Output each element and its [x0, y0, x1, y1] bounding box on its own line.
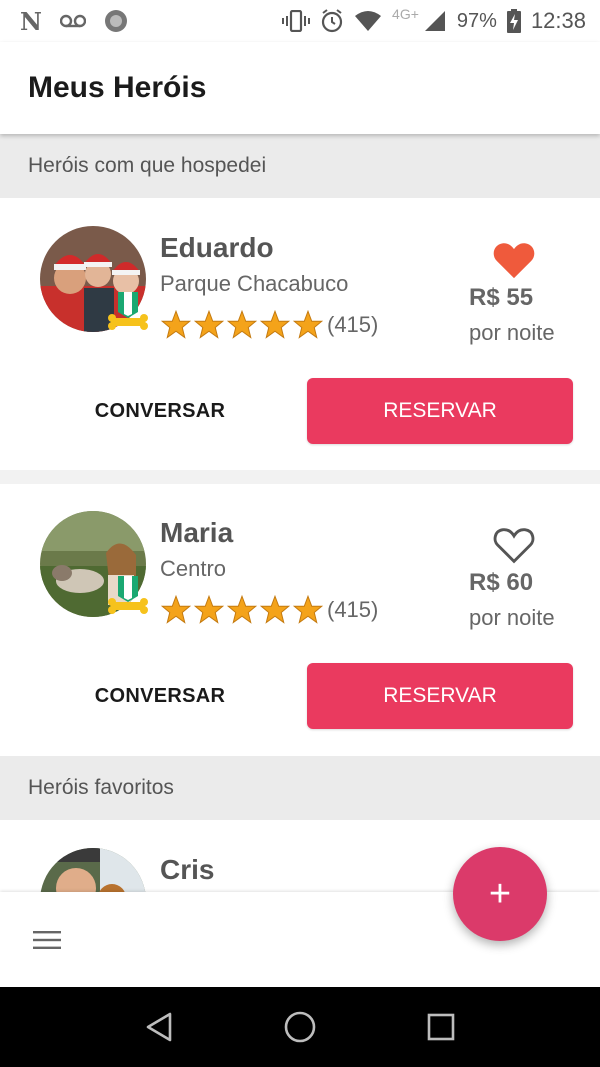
n-notification-icon: N [20, 6, 42, 36]
medal-bone-icon [108, 292, 148, 330]
section-header-hosted: Heróis com que hospedei [0, 134, 600, 198]
hamburger-menu-icon[interactable] [33, 930, 61, 950]
add-fab-button[interactable]: + [453, 847, 547, 941]
star-icon [292, 595, 324, 624]
star-icon [193, 595, 225, 624]
book-button[interactable]: RESERVAR [307, 663, 573, 729]
alarm-icon [321, 9, 343, 33]
section-title-hosted: Heróis com que hospedei [28, 154, 267, 177]
heart-filled-icon[interactable] [492, 240, 536, 280]
book-button[interactable]: RESERVAR [307, 378, 573, 444]
host-location: Parque Chacabuco [160, 271, 349, 296]
host-location: Centro [160, 556, 227, 581]
home-icon[interactable] [283, 1010, 317, 1044]
star-icon [259, 310, 291, 339]
rating-row: (415) [160, 310, 378, 340]
recents-icon[interactable] [426, 1012, 456, 1042]
network-type-label: 4G+ [392, 6, 419, 22]
star-icon [292, 310, 324, 339]
price: R$ 60 [469, 569, 534, 596]
status-bar: N 4G+ 97% 12:38 [0, 0, 600, 42]
signal-icon [424, 11, 445, 31]
rating-row: (415) [160, 595, 378, 625]
status-indicators: 4G+ 97% 12:38 [282, 6, 586, 34]
wifi-icon [355, 11, 382, 31]
star-icon [226, 595, 258, 624]
heart-outline-icon[interactable] [492, 525, 536, 565]
star-icon [259, 595, 291, 624]
status-notifications: N [20, 7, 128, 36]
host-name: Cris [160, 854, 215, 885]
avatar-photo-icon [40, 848, 146, 892]
section-header-favorites: Heróis favoritos [0, 756, 600, 820]
page-title: Meus Heróis [28, 71, 207, 104]
app-bar: Meus Heróis [0, 42, 600, 134]
vibrate-icon [282, 10, 311, 32]
chat-button[interactable]: CONVERSAR [60, 378, 260, 444]
star-icon [226, 310, 258, 339]
system-nav-bar [0, 987, 600, 1067]
host-name: Eduardo [160, 232, 274, 263]
record-icon [104, 10, 127, 32]
voicemail-icon [59, 14, 86, 28]
back-icon[interactable] [144, 1011, 174, 1043]
rating-count: (415) [327, 312, 379, 337]
star-icon [160, 595, 192, 624]
plus-icon: + [488, 872, 512, 915]
host-name: Maria [160, 517, 234, 548]
clock: 12:38 [530, 8, 586, 33]
star-icon [193, 310, 225, 339]
price-unit: por noite [469, 320, 555, 345]
price: R$ 55 [469, 284, 534, 311]
rating-count: (415) [327, 597, 379, 622]
avatar[interactable] [40, 848, 146, 892]
chat-button[interactable]: CONVERSAR [60, 663, 260, 729]
star-icon [160, 310, 192, 339]
medal-bone-icon [108, 576, 148, 614]
price-unit: por noite [469, 605, 555, 630]
battery-charging-icon [506, 9, 521, 33]
host-card-eduardo: Eduardo Parque Chacabuco (415) R$ 55 por… [0, 198, 600, 470]
section-title-favorites: Heróis favoritos [28, 776, 174, 799]
host-card-maria: Maria Centro (415) R$ 60 por noite CONVE… [0, 484, 600, 756]
battery-percent: 97% [456, 9, 497, 32]
